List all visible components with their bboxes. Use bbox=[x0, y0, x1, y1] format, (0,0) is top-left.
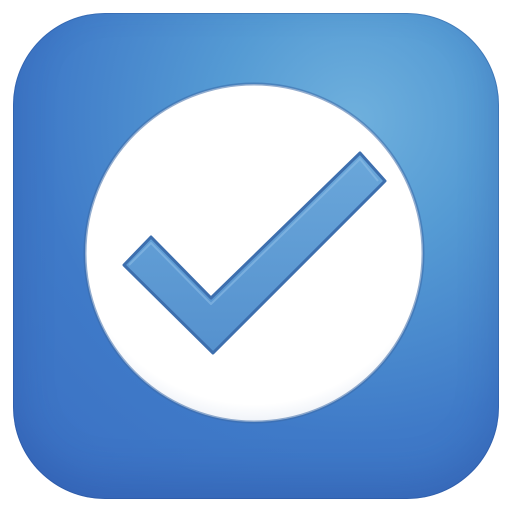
badge-graphic bbox=[83, 82, 425, 424]
icon-stage bbox=[0, 0, 512, 512]
